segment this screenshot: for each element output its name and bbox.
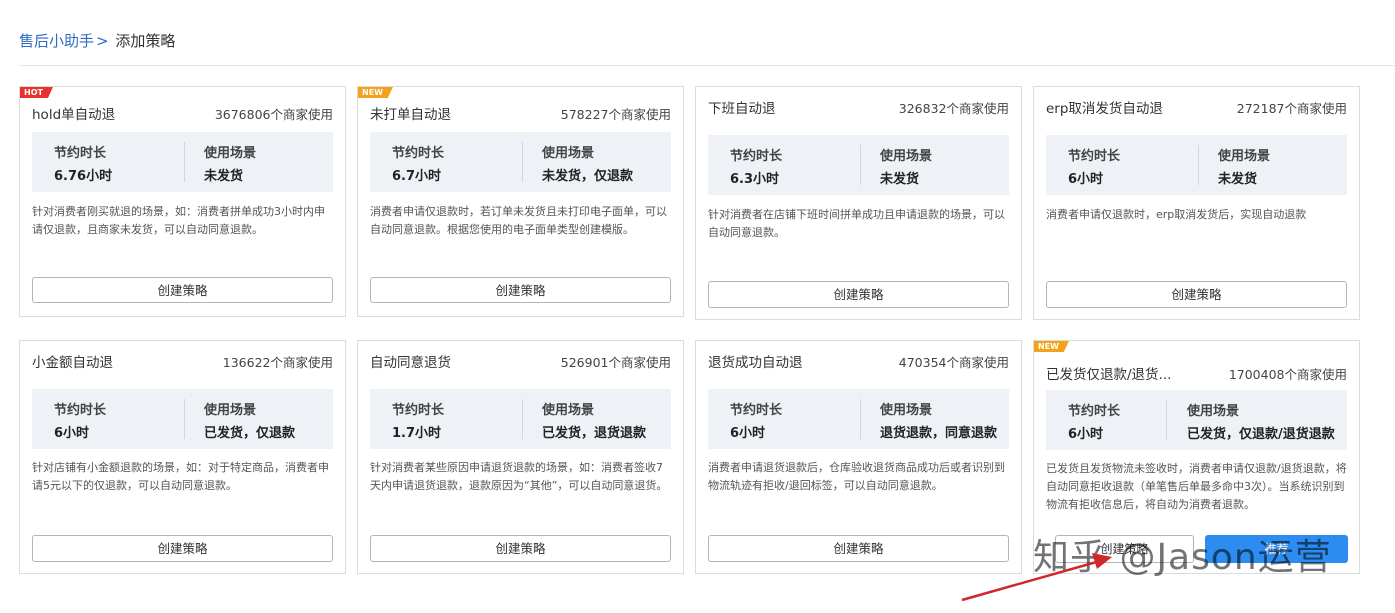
header-divider [19,65,1395,66]
card-stats: 节约时长 6.3小时 使用场景未发货 [708,135,1009,195]
scene-value: 已发货，退货退款 [542,426,647,441]
card-description: 消费者申请退货退款后，仓库验收退货商品成功后或者识别到物流轨迹有拒收/退回标签，… [708,461,1005,492]
strategy-card-auto-approve-return: 自动同意退货 526901个商家使用 节约时长 1.7小时 使用场景已发货，退货退… [357,340,684,574]
card-description: 消费者申请仅退款时，erp取消发货后，实现自动退款 [1046,208,1307,221]
watermark: 知乎 @Jason运营 [1033,537,1332,578]
stat-divider [1166,400,1167,440]
save-time-value: 1.7小时 [392,426,442,441]
scene-value: 退货退款，同意退款 [880,426,998,441]
save-time-value: 6小时 [730,426,766,441]
stat-divider [522,142,523,182]
create-strategy-button[interactable]: 创建策略 [1046,281,1347,308]
scene-label: 使用场景 [1187,404,1240,419]
card-title: erp取消发货自动退 [1046,101,1163,117]
create-strategy-button[interactable]: 创建策略 [370,277,671,303]
scene-label: 使用场景 [542,403,595,418]
scene-label: 使用场景 [204,146,257,161]
card-usage-count: 526901个商家使用 [560,355,671,370]
save-time-value: 6.3小时 [730,172,780,187]
create-strategy-button[interactable]: 创建策略 [32,277,333,303]
card-description: 针对消费者刚买就退的场景，如：消费者拼单成功3小时内申请仅退款，且商家未发货，可… [32,205,325,236]
save-time-value: 6小时 [54,426,90,441]
scene-label: 使用场景 [204,403,257,418]
create-strategy-button[interactable]: 创建策略 [370,535,671,562]
save-time-value: 6.76小时 [54,169,113,184]
card-stats: 节约时长 6小时 使用场景退货退款，同意退款 [708,389,1009,449]
strategy-card-erp-cancel-refund: erp取消发货自动退 272187个商家使用 节约时长 6小时 使用场景未发货 消… [1033,86,1360,320]
card-stats: 节约时长 6.76小时 使用场景未发货 [32,132,333,192]
stat-divider [860,145,861,185]
scene-value: 已发货，仅退款/退货退款 [1187,427,1335,442]
hot-badge: HOT [20,87,53,98]
card-stats: 节约时长 6小时 使用场景已发货，仅退款/退货退款 [1046,390,1347,450]
save-time-label: 节约时长 [730,149,783,164]
card-description: 已发货且发货物流未签收时，消费者申请仅退款/退货退款，将自动同意拒收退款（单笔售… [1046,462,1347,511]
card-usage-count: 470354个商家使用 [898,355,1009,370]
strategy-card-unprinted-refund: NEW 未打单自动退 578227个商家使用 节约时长 6.7小时 使用场景未发货… [357,86,684,317]
card-usage-count: 326832个商家使用 [898,101,1009,116]
card-stats: 节约时长 6.7小时 使用场景未发货，仅退款 [370,132,671,192]
save-time-label: 节约时长 [392,146,445,161]
create-strategy-button[interactable]: 创建策略 [32,535,333,562]
scene-value: 未发货 [1218,172,1258,187]
card-description: 针对店铺有小金额退款的场景，如：对于特定商品，消费者申请5元以下的仅退款，可以自… [32,461,329,492]
create-strategy-button[interactable]: 创建策略 [708,281,1009,308]
card-title: 小金额自动退 [32,355,113,371]
card-usage-count: 136622个商家使用 [222,355,333,370]
scene-label: 使用场景 [880,403,933,418]
save-time-label: 节约时长 [54,403,107,418]
save-time-label: 节约时长 [730,403,783,418]
scene-value: 未发货，仅退款 [542,169,634,184]
card-title: 下班自动退 [708,101,776,117]
save-time-value: 6小时 [1068,172,1104,187]
breadcrumb: 售后小助手 > 添加策略 [19,30,175,51]
scene-label: 使用场景 [880,149,933,164]
card-stats: 节约时长 6小时 使用场景已发货，仅退款 [32,389,333,449]
strategy-card-return-success-refund: 退货成功自动退 470354个商家使用 节约时长 6小时 使用场景退货退款，同意退… [695,340,1022,574]
card-usage-count: 1700408个商家使用 [1228,367,1347,382]
card-stats: 节约时长 1.7小时 使用场景已发货，退货退款 [370,389,671,449]
breadcrumb-separator: > [96,32,109,50]
stat-divider [1198,145,1199,185]
card-title: 自动同意退货 [370,355,451,371]
stat-divider [184,399,185,439]
scene-value: 未发货 [880,172,920,187]
strategy-card-offwork-refund: 下班自动退 326832个商家使用 节约时长 6.3小时 使用场景未发货 针对消费… [695,86,1022,320]
card-title: hold单自动退 [32,107,116,123]
card-usage-count: 272187个商家使用 [1236,101,1347,116]
save-time-label: 节约时长 [54,146,107,161]
strategy-card-small-amount-refund: 小金额自动退 136622个商家使用 节约时长 6小时 使用场景已发货，仅退款 针… [19,340,346,574]
card-title: 已发货仅退款/退货... [1046,367,1172,383]
save-time-label: 节约时长 [1068,149,1121,164]
card-usage-count: 3676806个商家使用 [214,107,333,122]
page-title: 添加策略 [115,32,176,50]
scene-value: 未发货 [204,169,244,184]
stat-divider [522,399,523,439]
stat-divider [184,142,185,182]
card-description: 针对消费者某些原因申请退货退款的场景，如：消费者签收7天内申请退货退款，退款原因… [370,461,668,492]
card-description: 消费者申请仅退款时，若订单未发货且未打印电子面单，可以自动同意退款。根据您使用的… [370,205,667,236]
new-badge: NEW [1034,341,1069,352]
new-badge: NEW [358,87,393,98]
breadcrumb-parent-link[interactable]: 售后小助手 [19,32,94,50]
scene-label: 使用场景 [542,146,595,161]
create-strategy-button[interactable]: 创建策略 [708,535,1009,562]
card-title: 退货成功自动退 [708,355,803,371]
save-time-label: 节约时长 [1068,404,1121,419]
save-time-label: 节约时长 [392,403,445,418]
card-usage-count: 578227个商家使用 [560,107,671,122]
scene-value: 已发货，仅退款 [204,426,296,441]
card-title: 未打单自动退 [370,107,451,123]
save-time-value: 6小时 [1068,427,1104,442]
strategy-card-hold-refund: HOT hold单自动退 3676806个商家使用 节约时长 6.76小时 使用场… [19,86,346,317]
stat-divider [860,399,861,439]
save-time-value: 6.7小时 [392,169,442,184]
scene-label: 使用场景 [1218,149,1271,164]
card-stats: 节约时长 6小时 使用场景未发货 [1046,135,1347,195]
card-description: 针对消费者在店铺下班时间拼单成功且申请退款的场景，可以自动同意退款。 [708,208,1005,239]
